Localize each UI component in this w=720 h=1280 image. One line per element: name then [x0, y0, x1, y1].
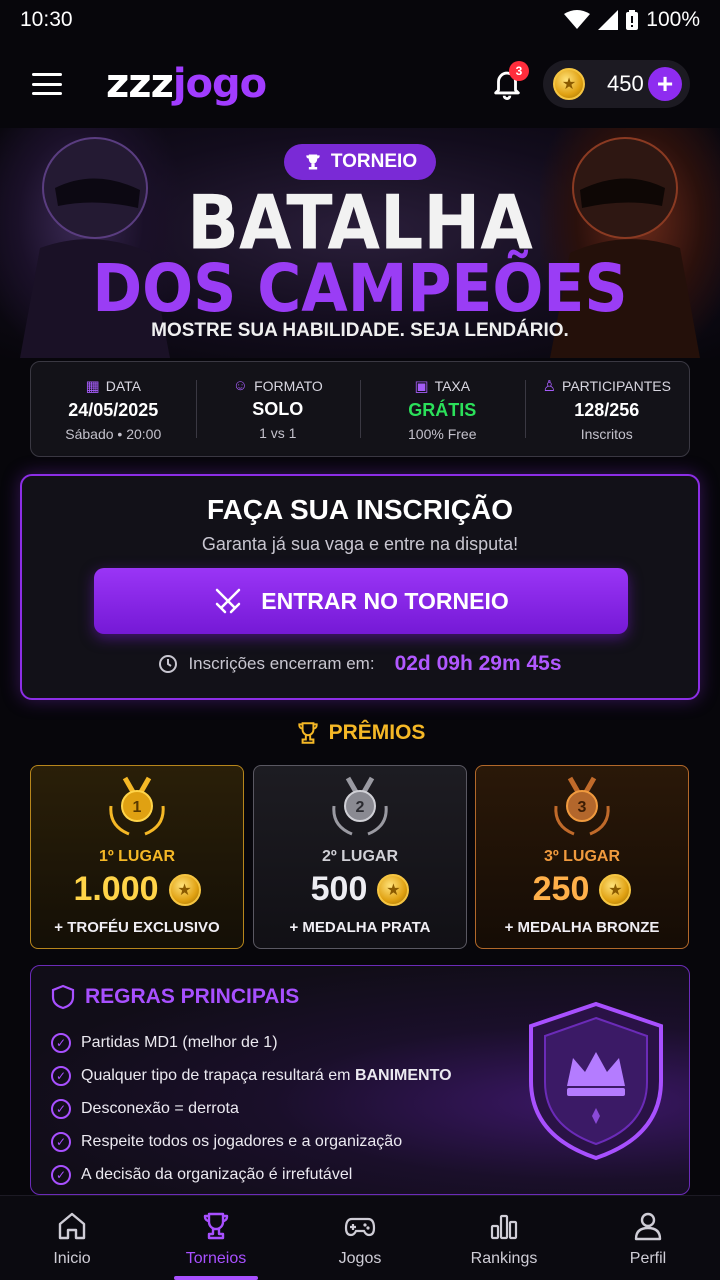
banner-title-line2: DOS CAMPEÕES	[92, 250, 628, 328]
menu-icon[interactable]	[32, 73, 62, 95]
nav-item-torneios[interactable]: Torneios	[144, 1196, 288, 1280]
rule-item: ✓ A decisão da organização é irrefutável	[51, 1158, 452, 1191]
tournament-info: ▦ DATA 24/05/2025 Sábado • 20:00 ☺ FORMATO…	[30, 361, 690, 457]
gamepad-icon	[344, 1217, 376, 1237]
prizes-heading: PRÊMIOS	[0, 720, 720, 746]
rule-item: ✓ Respeite todos os jogadores e a organiz…	[51, 1125, 452, 1158]
info-format: ☺ FORMATO SOLO 1 vs 1	[195, 362, 361, 456]
coin-icon: ★	[168, 873, 201, 906]
wifi-icon	[564, 10, 591, 29]
nav-item-perfil[interactable]: Perfil	[576, 1196, 720, 1280]
info-participants: ♙ PARTICIPANTES 128/256 Inscritos	[524, 362, 690, 456]
signup-card: FAÇA SUA INSCRIÇÃO Garanta já sua vaga e…	[20, 474, 700, 700]
crown-shield-icon	[529, 1001, 663, 1161]
coin-balance-value: 450	[607, 71, 644, 96]
trophy-icon	[306, 154, 320, 170]
app-logo[interactable]: zzzjogo	[106, 61, 267, 107]
home-icon	[58, 1212, 86, 1240]
coin-icon: ★	[377, 873, 410, 906]
profile-icon	[634, 1212, 662, 1241]
add-coins-button[interactable]: +	[648, 67, 682, 101]
trophy-icon	[203, 1212, 229, 1240]
silver-medal-icon: 2	[332, 776, 388, 836]
rule-item: ✓ Partidas MD1 (melhor de 1)	[51, 1026, 452, 1059]
signal-icon	[598, 10, 619, 30]
rule-item: ✓ Desconexão = derrota	[51, 1092, 452, 1125]
shield-icon	[51, 984, 75, 1010]
crossed-swords-icon	[216, 588, 241, 614]
clock-icon	[159, 655, 178, 673]
users-icon: ☺	[232, 377, 249, 394]
rule-item: ✓ Qualquer tipo de trapaça resultará em B…	[51, 1059, 452, 1092]
nav-item-inicio[interactable]: Inicio	[0, 1196, 144, 1280]
prize-card-first: 1 1º LUGAR 1.000 ★ + TROFÉU EXCLUSIVO	[30, 765, 244, 949]
bar-chart-icon	[490, 1214, 518, 1240]
coin-balance[interactable]: ★ 450 +	[543, 60, 690, 108]
prize-amount: 1.000	[73, 870, 159, 908]
trophy-icon	[297, 722, 318, 744]
banner-tagline: MOSTRE SUA HABILIDADE. SEJA LENDÁRIO.	[151, 320, 569, 341]
ticket-icon: ▣	[414, 377, 429, 395]
calendar-icon: ▦	[85, 377, 100, 395]
svg-text:2: 2	[356, 799, 365, 816]
svg-text:1: 1	[133, 799, 142, 816]
check-icon: ✓	[51, 1032, 71, 1053]
check-icon: ✓	[51, 1065, 71, 1086]
check-icon: ✓	[51, 1164, 71, 1185]
signup-title: FAÇA SUA INSCRIÇÃO	[207, 494, 513, 525]
tournament-banner: TORNEIO BATALHA DOS CAMPEÕES MOSTRE SUA …	[0, 128, 720, 358]
check-icon: ✓	[51, 1131, 71, 1152]
prize-amount: 250	[532, 870, 590, 908]
info-date: ▦ DATA 24/05/2025 Sábado • 20:00	[65, 377, 162, 442]
gold-medal-icon: 1	[109, 776, 165, 836]
signup-subtitle: Garanta já sua vaga e entre na disputa!	[201, 534, 519, 554]
status-time: 10:30	[20, 8, 73, 31]
tournament-tag: TORNEIO	[284, 144, 436, 180]
enter-tournament-button[interactable]: ENTRAR NO TORNEIO	[94, 568, 628, 634]
status-bar: 10:30 100%	[0, 0, 720, 40]
nav-item-rankings[interactable]: Rankings	[432, 1196, 576, 1280]
bottom-nav: Inicio Torneios Jogos Rankings Perfil	[0, 1195, 720, 1280]
registration-countdown: Inscrições encerram em: 02d 09h 29m 45s	[22, 652, 698, 676]
app-header: zzzjogo 3 ★ 450 +	[0, 52, 720, 116]
rules-list: ✓ Partidas MD1 (melhor de 1) ✓ Qualquer ti…	[51, 1026, 452, 1191]
battery-level: 100%	[646, 8, 700, 31]
battery-icon	[626, 10, 639, 30]
coin-icon: ★	[553, 68, 585, 100]
prize-card-second: 2 2º LUGAR 500 ★ + MEDALHA PRATA	[253, 765, 467, 949]
prize-card-third: 3 3º LUGAR 250 ★ + MEDALHA BRONZE	[475, 765, 689, 949]
coin-icon: ★	[599, 873, 632, 906]
check-icon: ✓	[51, 1098, 71, 1119]
user-icon: ♙	[542, 377, 557, 395]
prize-amount: 500	[310, 870, 368, 908]
rules-card: REGRAS PRINCIPAIS ✓ Partidas MD1 (melhor …	[30, 965, 690, 1195]
bronze-medal-icon: 3	[554, 776, 610, 836]
notification-badge: 3	[509, 61, 529, 81]
info-fee: ▣ TAXA GRÁTIS 100% Free	[360, 362, 525, 456]
countdown-value: 02d 09h 29m 45s	[394, 652, 562, 675]
nav-item-jogos[interactable]: Jogos	[288, 1196, 432, 1280]
rules-heading: REGRAS PRINCIPAIS	[51, 984, 299, 1010]
svg-text:3: 3	[578, 799, 587, 816]
